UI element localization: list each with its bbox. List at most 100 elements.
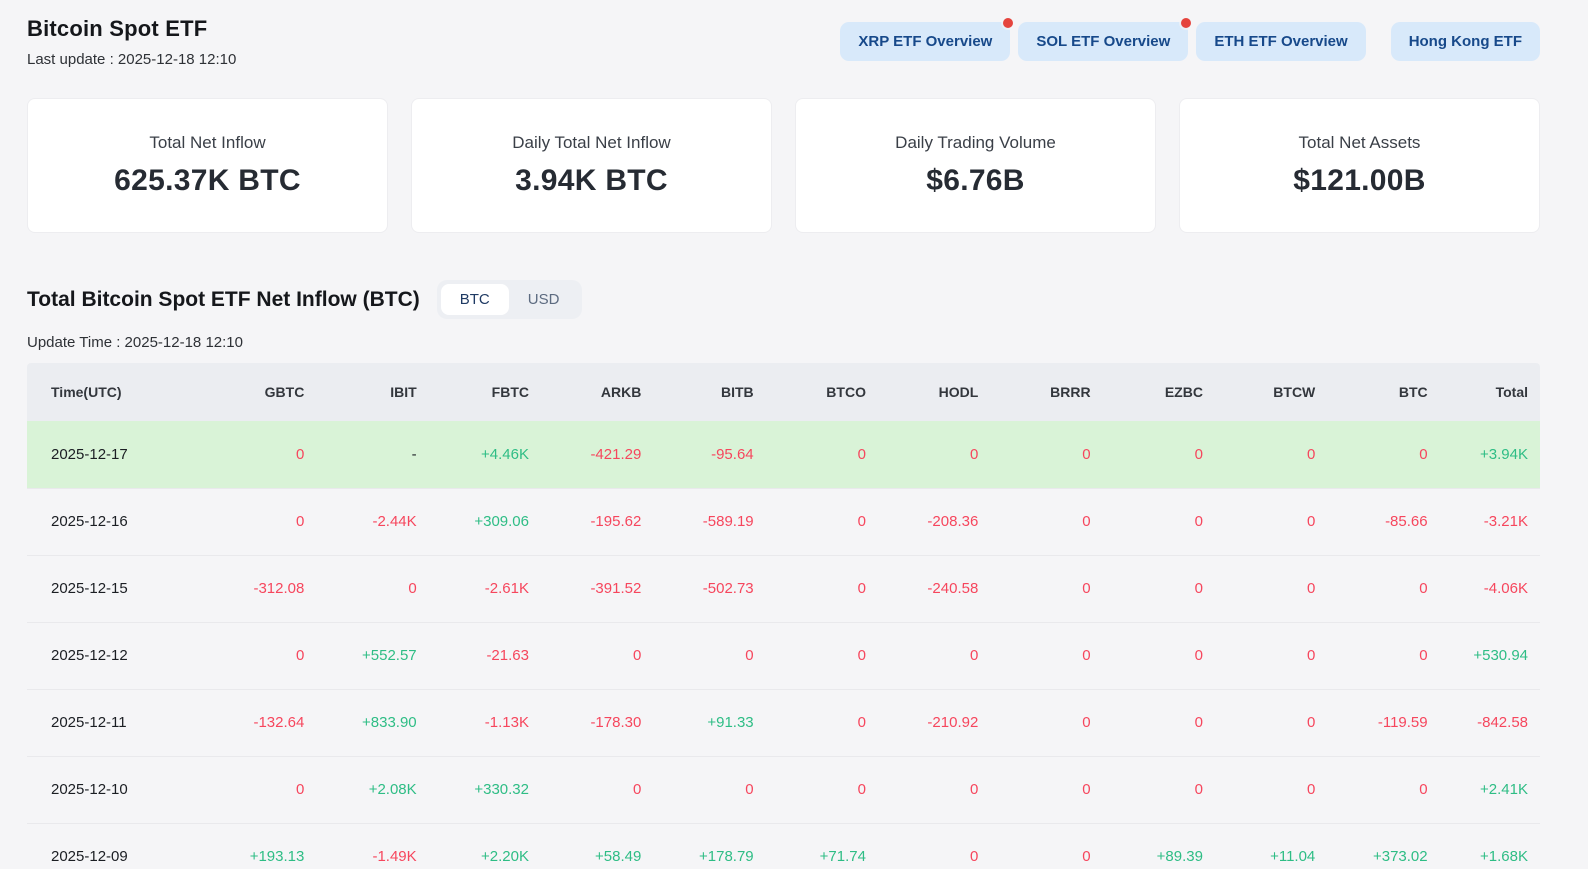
column-header-ezbc: EZBC bbox=[1090, 363, 1203, 421]
row-date: 2025-12-16 bbox=[27, 487, 192, 555]
card-label: Total Net Inflow bbox=[149, 133, 266, 152]
cell-value: 0 bbox=[1202, 688, 1316, 756]
cell-value: 0 bbox=[1202, 554, 1316, 622]
sol-etf-overview-button[interactable]: SOL ETF Overview bbox=[1018, 18, 1192, 61]
cell-value: -240.58 bbox=[865, 554, 979, 622]
section-title: Total Bitcoin Spot ETF Net Inflow (BTC) bbox=[27, 287, 420, 311]
hong-kong-etf-button[interactable]: Hong Kong ETF bbox=[1390, 22, 1540, 61]
cell-value: -3.21K bbox=[1427, 487, 1540, 555]
cell-value: -132.64 bbox=[192, 688, 305, 756]
cell-value: -119.59 bbox=[1315, 688, 1428, 756]
cell-value: 0 bbox=[528, 755, 642, 823]
row-date: 2025-12-09 bbox=[27, 822, 192, 869]
cell-value: +833.90 bbox=[304, 688, 417, 756]
cell-value: 0 bbox=[528, 621, 642, 689]
card-value: $6.76B bbox=[926, 164, 1025, 197]
cell-value: +530.94 bbox=[1427, 621, 1540, 689]
cell-value: -589.19 bbox=[641, 487, 754, 555]
xrp-etf-overview-button[interactable]: XRP ETF Overview bbox=[840, 18, 1014, 61]
card-value: 625.37K BTC bbox=[114, 164, 301, 197]
card-label: Daily Total Net Inflow bbox=[512, 133, 671, 152]
cell-value: 0 bbox=[978, 822, 1091, 869]
cell-value: 0 bbox=[978, 621, 1091, 689]
page-title: Bitcoin Spot ETF bbox=[27, 16, 208, 41]
table-row: 2025-12-17 0- +4.46K -421.29 -95.64 0 0 0 0 0 0 +3.… bbox=[27, 421, 1540, 488]
net-inflow-section-head: Total Bitcoin Spot ETF Net Inflow (BTC) … bbox=[27, 280, 1540, 319]
cell-value: 0 bbox=[978, 688, 1091, 756]
table-row: 2025-12-11 -132.64 +833.90 -1.13K -178.30 +91… bbox=[27, 688, 1540, 756]
cell-value: -95.64 bbox=[641, 421, 754, 488]
cell-value: 0 bbox=[1090, 487, 1203, 555]
row-date: 2025-12-15 bbox=[27, 554, 192, 622]
cell-value: -391.52 bbox=[528, 554, 642, 622]
column-header-brrr: BRRR bbox=[978, 363, 1091, 421]
notification-dot-icon bbox=[1181, 18, 1192, 28]
cell-value: 0 bbox=[1315, 421, 1428, 488]
table-header-row: Time(UTC) GBTC IBIT FBTC ARKB BITB BTCO HODL BRR… bbox=[27, 363, 1540, 421]
notification-dot-icon bbox=[1003, 18, 1014, 28]
cell-value: -195.62 bbox=[528, 487, 642, 555]
cell-value: 0 bbox=[192, 755, 305, 823]
toggle-option-btc[interactable]: BTC bbox=[440, 284, 509, 315]
cell-value: 0 bbox=[1090, 755, 1203, 823]
column-header-btcw: BTCW bbox=[1202, 363, 1316, 421]
cell-value: 0 bbox=[753, 621, 866, 689]
cell-value: 0 bbox=[1315, 554, 1428, 622]
last-update-text: Last update : 2025-12-18 12:10 bbox=[27, 51, 237, 68]
cell-value: +309.06 bbox=[416, 487, 529, 555]
card-value: $121.00B bbox=[1293, 164, 1426, 197]
table-row: 2025-12-10 0 +2.08K +330.32 0 0 0 0 0 0 0 0 +2.41K bbox=[27, 755, 1540, 823]
cell-value: - bbox=[304, 421, 417, 488]
cell-value: 0 bbox=[304, 554, 417, 622]
card-total-net-assets: Total Net Assets $121.00B bbox=[1179, 98, 1540, 233]
net-inflow-table: Time(UTC) GBTC IBIT FBTC ARKB BITB BTCO HODL BRR… bbox=[27, 363, 1540, 869]
cell-value: +373.02 bbox=[1315, 822, 1428, 869]
cell-value: 0 bbox=[978, 487, 1091, 555]
cell-value: +2.41K bbox=[1427, 755, 1540, 823]
cell-value: 0 bbox=[865, 621, 979, 689]
card-label: Total Net Assets bbox=[1298, 133, 1421, 152]
cell-value: -85.66 bbox=[1315, 487, 1428, 555]
stat-cards-row: Total Net Inflow 625.37K BTC Daily Total… bbox=[27, 98, 1540, 233]
cell-value: 0 bbox=[1315, 755, 1428, 823]
row-date: 2025-12-17 bbox=[27, 421, 192, 488]
cell-value: -2.44K bbox=[304, 487, 417, 555]
row-date: 2025-12-12 bbox=[27, 621, 192, 689]
column-header-bitb: BITB bbox=[641, 363, 754, 421]
cell-value: 0 bbox=[865, 421, 979, 488]
cell-value: -842.58 bbox=[1427, 688, 1540, 756]
column-header-btco: BTCO bbox=[753, 363, 866, 421]
table-row: 2025-12-15 -312.08 0 -2.61K -391.52 -502.73 0-… bbox=[27, 554, 1540, 622]
cell-value: 0 bbox=[753, 554, 866, 622]
cell-value: 0 bbox=[978, 421, 1091, 488]
cell-value: +71.74 bbox=[753, 822, 866, 869]
cell-value: 0 bbox=[641, 621, 754, 689]
cell-value: +2.20K bbox=[416, 822, 529, 869]
cell-value: 0 bbox=[1090, 621, 1203, 689]
top-header: Bitcoin Spot ETF Last update : 2025-12-1… bbox=[27, 16, 1540, 68]
title-block: Bitcoin Spot ETF Last update : 2025-12-1… bbox=[27, 16, 236, 68]
cell-value: -21.63 bbox=[416, 621, 529, 689]
toggle-option-usd[interactable]: USD bbox=[509, 284, 579, 315]
eth-etf-overview-button[interactable]: ETH ETF Overview bbox=[1196, 22, 1366, 61]
cell-value: 0 bbox=[1315, 621, 1428, 689]
page-container: Bitcoin Spot ETF Last update : 2025-12-1… bbox=[0, 0, 1588, 869]
cell-value: 0 bbox=[1090, 421, 1203, 488]
table-row: 2025-12-16 0 -2.44K +309.06 -195.62 -589.19 0 -… bbox=[27, 487, 1540, 555]
cell-value: +11.04 bbox=[1202, 822, 1316, 869]
cell-value: 0 bbox=[192, 421, 305, 488]
column-header-time-utc-: Time(UTC) bbox=[27, 363, 192, 421]
cell-value: 0 bbox=[1202, 621, 1316, 689]
cell-value: 0 bbox=[753, 755, 866, 823]
cell-value: -4.06K bbox=[1427, 554, 1540, 622]
column-header-ibit: IBIT bbox=[304, 363, 417, 421]
cell-value: -421.29 bbox=[528, 421, 642, 488]
cell-value: -502.73 bbox=[641, 554, 754, 622]
column-header-hodl: HODL bbox=[865, 363, 979, 421]
cell-value: 0 bbox=[865, 755, 979, 823]
cell-value: +330.32 bbox=[416, 755, 529, 823]
column-header-gbtc: GBTC bbox=[192, 363, 305, 421]
cell-value: 0 bbox=[1202, 755, 1316, 823]
cell-value: 0 bbox=[641, 755, 754, 823]
table-row: 2025-12-09 +193.13 -1.49K +2.20K +58.49 +178.… bbox=[27, 822, 1540, 869]
